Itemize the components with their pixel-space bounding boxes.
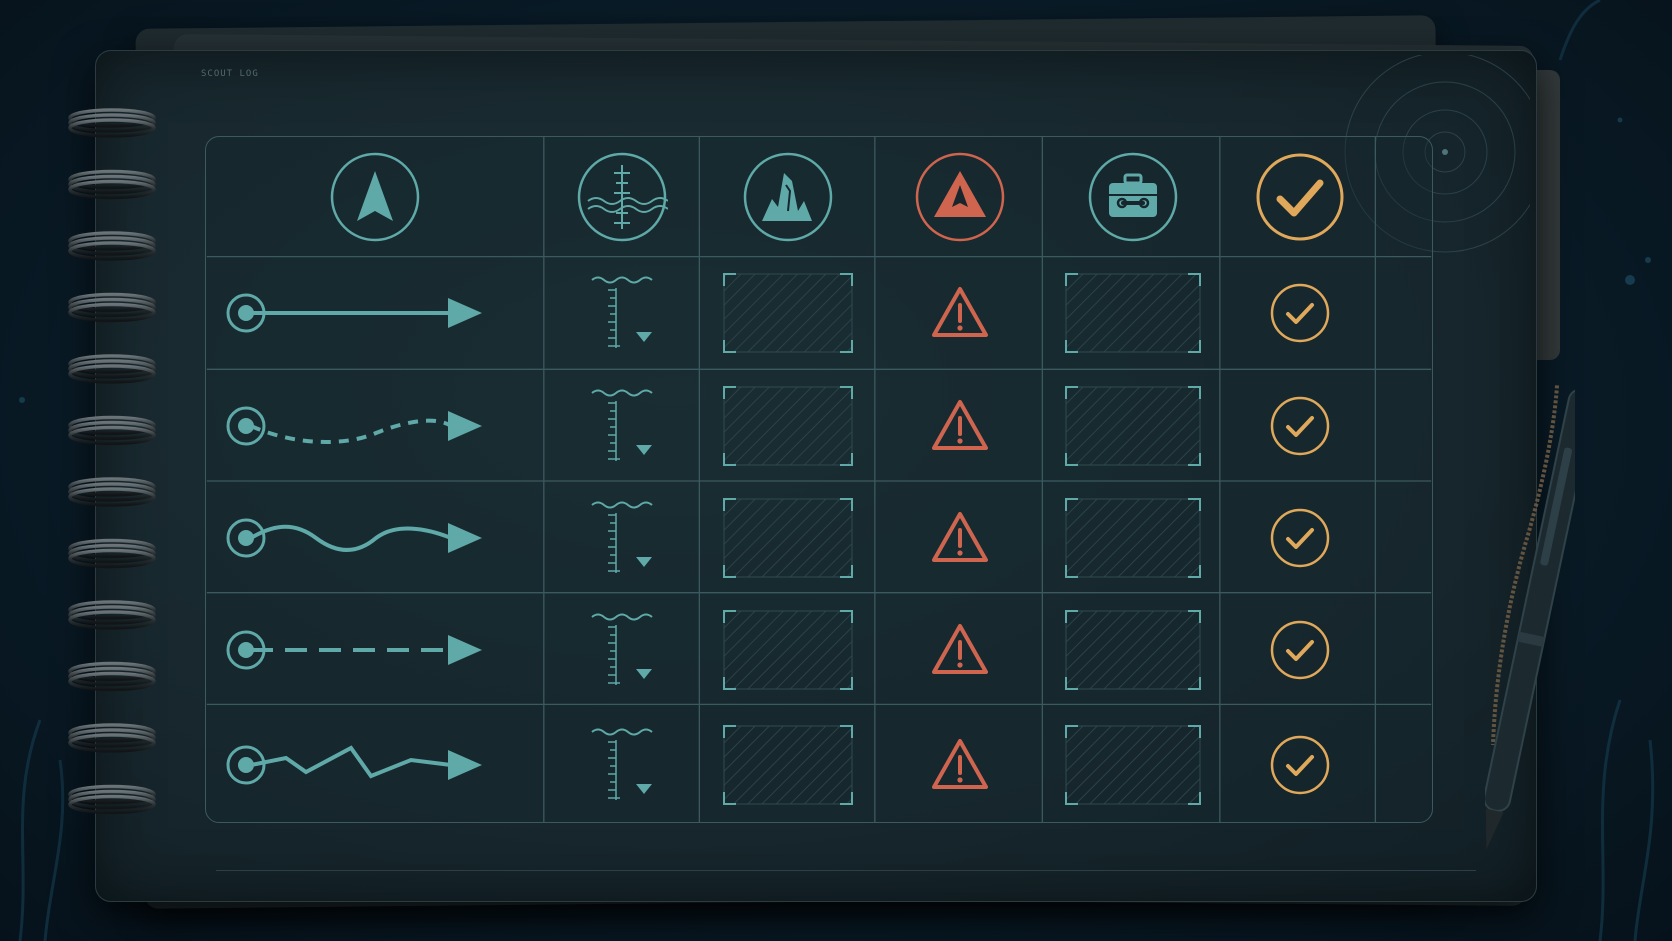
header-status	[1222, 137, 1378, 257]
depth-cell[interactable]	[544, 706, 700, 824]
notebook-corner-label: SCOUT LOG	[201, 69, 259, 79]
status-cell[interactable]	[1222, 257, 1378, 369]
route-cell[interactable]	[206, 257, 544, 369]
checkmark-icon	[1270, 735, 1330, 795]
status-cell[interactable]	[1222, 370, 1378, 482]
terrain-slot-cell[interactable]	[700, 482, 876, 594]
empty-item-slot	[1065, 725, 1201, 805]
depth-gauge-icon	[577, 152, 668, 242]
header-depth	[544, 137, 700, 257]
pen-with-cord	[1485, 385, 1575, 850]
terrain-slot-cell[interactable]	[700, 257, 876, 369]
page-rule	[216, 870, 1476, 871]
depth-gauge-icon	[591, 276, 653, 348]
empty-item-slot	[723, 273, 853, 353]
header-route	[206, 137, 544, 257]
route-path-icon	[226, 630, 482, 670]
warning-triangle-icon	[932, 400, 988, 450]
route-cell[interactable]	[206, 482, 544, 594]
warning-triangle-icon	[932, 739, 988, 789]
game-scene: SCOUT LOG	[0, 0, 1672, 941]
depth-gauge-icon	[591, 389, 653, 461]
equipment-slot-cell[interactable]	[1044, 257, 1222, 369]
equipment-slot-cell[interactable]	[1044, 594, 1222, 706]
empty-item-slot	[723, 386, 853, 466]
terrain-slot-cell[interactable]	[700, 594, 876, 706]
depth-cell[interactable]	[544, 482, 700, 594]
rock-formation-icon	[743, 152, 833, 242]
hazard-cell[interactable]	[876, 482, 1044, 594]
empty-item-slot	[1065, 386, 1201, 466]
warning-triangle-icon	[932, 512, 988, 562]
empty-item-slot	[723, 725, 853, 805]
empty-item-slot	[1065, 610, 1201, 690]
hazard-warning-icon	[915, 152, 1005, 242]
route-cell[interactable]	[206, 370, 544, 482]
route-path-icon	[226, 518, 482, 558]
toolbox-icon	[1088, 152, 1178, 242]
hazard-cell[interactable]	[876, 706, 1044, 824]
status-cell[interactable]	[1222, 706, 1378, 824]
checkmark-icon	[1270, 508, 1330, 568]
empty-item-slot	[723, 610, 853, 690]
navigation-arrow-icon	[330, 152, 420, 242]
equipment-slot-cell[interactable]	[1044, 706, 1222, 824]
checkmark-icon	[1270, 283, 1330, 343]
spiral-binding	[68, 108, 156, 815]
hazard-cell[interactable]	[876, 594, 1044, 706]
header-equipment	[1044, 137, 1222, 257]
depth-cell[interactable]	[544, 257, 700, 369]
depth-gauge-icon	[591, 728, 653, 800]
route-path-icon	[226, 745, 482, 785]
warning-triangle-icon	[932, 624, 988, 674]
depth-gauge-icon	[591, 501, 653, 573]
route-path-icon	[226, 406, 482, 446]
depth-gauge-icon	[591, 613, 653, 685]
status-cell[interactable]	[1222, 482, 1378, 594]
terrain-slot-cell[interactable]	[700, 706, 876, 824]
header-terrain	[700, 137, 876, 257]
empty-item-slot	[723, 498, 853, 578]
checkmark-icon	[1270, 620, 1330, 680]
status-cell[interactable]	[1222, 594, 1378, 706]
hazard-cell[interactable]	[876, 370, 1044, 482]
depth-cell[interactable]	[544, 594, 700, 706]
hazard-cell[interactable]	[876, 257, 1044, 369]
route-cell[interactable]	[206, 706, 544, 824]
logbook-table	[205, 136, 1433, 823]
checkmark-icon	[1256, 153, 1344, 241]
route-path-icon	[226, 293, 482, 333]
depth-cell[interactable]	[544, 370, 700, 482]
warning-triangle-icon	[932, 287, 988, 337]
terrain-slot-cell[interactable]	[700, 370, 876, 482]
equipment-slot-cell[interactable]	[1044, 370, 1222, 482]
empty-item-slot	[1065, 273, 1201, 353]
empty-item-slot	[1065, 498, 1201, 578]
checkmark-icon	[1270, 396, 1330, 456]
route-cell[interactable]	[206, 594, 544, 706]
header-hazard	[876, 137, 1044, 257]
equipment-slot-cell[interactable]	[1044, 482, 1222, 594]
